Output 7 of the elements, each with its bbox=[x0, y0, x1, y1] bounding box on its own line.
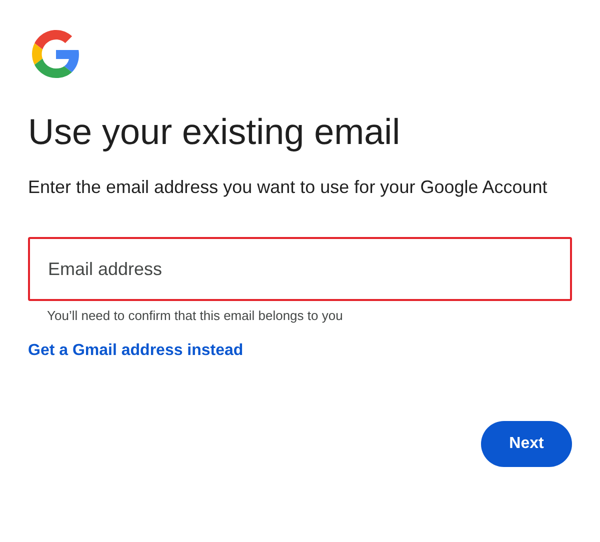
gmail-link[interactable]: Get a Gmail address instead bbox=[28, 339, 244, 363]
page-title: Use your existing email bbox=[28, 110, 402, 154]
email-field[interactable]: Email address bbox=[28, 237, 572, 301]
subtitle: Enter the email address you want to use for your Google Account bbox=[28, 176, 548, 199]
next-button[interactable]: Next bbox=[481, 421, 572, 467]
logo-icon bbox=[32, 30, 80, 78]
helper-text: You’ll need to confirm that this email belongs to you bbox=[47, 307, 344, 325]
